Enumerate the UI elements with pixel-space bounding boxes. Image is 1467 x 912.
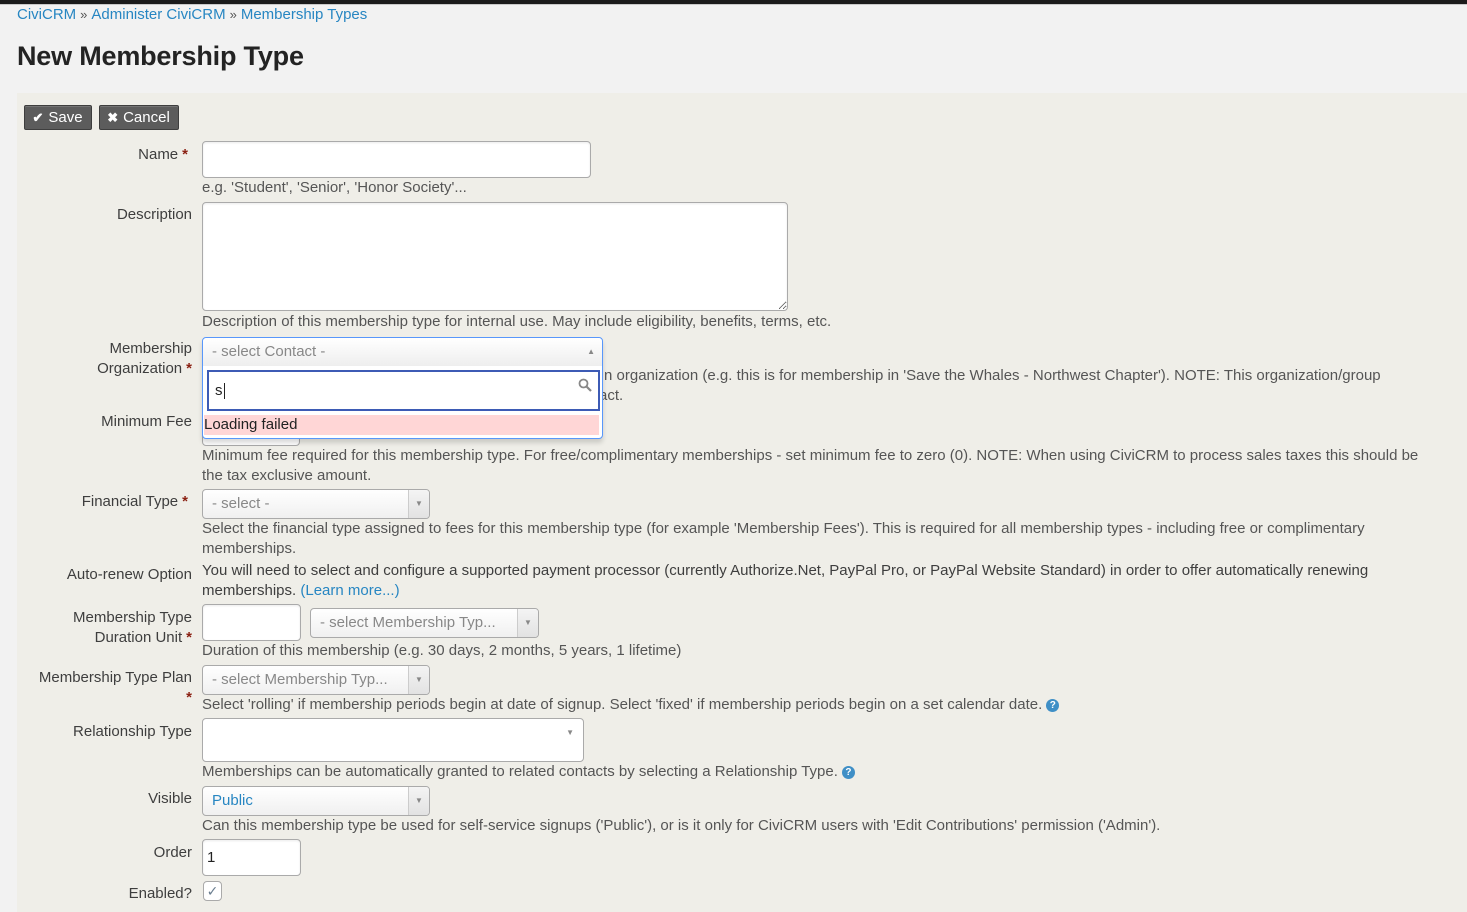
chevron-down-icon: ▼	[566, 728, 574, 737]
check-icon: ✔	[32, 110, 44, 125]
save-button[interactable]: ✔ Save	[24, 105, 92, 130]
auto-renew-help: You will need to select and configure a …	[202, 562, 1369, 599]
description-help: Description of this membership type for …	[202, 313, 832, 330]
breadcrumb-civicrm[interactable]: CiviCRM	[17, 6, 76, 23]
duration-help: Duration of this membership (e.g. 30 day…	[202, 642, 682, 659]
breadcrumb-administer[interactable]: Administer CiviCRM	[91, 6, 225, 23]
help-icon[interactable]: ?	[841, 766, 855, 779]
breadcrumb-separator: »	[80, 7, 88, 22]
page-title: New Membership Type	[17, 41, 304, 71]
membership-org-select-open[interactable]: - select Contact - ▲ s Loading failed	[202, 337, 603, 439]
description-label: Description	[116, 206, 192, 223]
required-marker: *	[182, 493, 188, 510]
top-bar	[0, 0, 1467, 5]
loading-failed-message: Loading failed	[204, 415, 599, 435]
required-marker: *	[186, 629, 192, 646]
visible-select[interactable]: Public ▼	[202, 786, 430, 816]
search-icon	[578, 372, 592, 402]
required-marker: *	[182, 146, 188, 163]
plan-label: Membership Type Plan *	[38, 669, 192, 706]
minimum-fee-label: Minimum Fee	[101, 413, 192, 430]
chevron-down-icon: ▼	[408, 666, 429, 694]
minimum-fee-help: Minimum fee required for this membership…	[202, 447, 1419, 484]
order-input[interactable]	[202, 839, 301, 876]
visible-label: Visible	[148, 790, 192, 807]
relationship-type-label: Relationship Type	[73, 723, 192, 740]
visible-help: Can this membership type be used for sel…	[202, 817, 1161, 834]
required-marker: *	[186, 689, 192, 706]
text-cursor	[223, 383, 225, 400]
duration-label: Membership Type Duration Unit *	[73, 609, 192, 646]
membership-org-help: n organization (e.g. this is for members…	[599, 367, 1381, 404]
breadcrumb-membership-types[interactable]: Membership Types	[241, 6, 367, 23]
financial-type-label: Financial Type *	[81, 493, 188, 510]
cancel-label: Cancel	[123, 109, 170, 126]
auto-renew-label: Auto-renew Option	[66, 566, 192, 583]
enabled-label: Enabled?	[128, 885, 192, 902]
relationship-type-select[interactable]: ▼	[202, 718, 584, 762]
plan-select[interactable]: - select Membership Typ... ▼	[202, 665, 430, 695]
description-textarea[interactable]	[202, 202, 788, 311]
chevron-down-icon: ▼	[408, 787, 429, 815]
required-marker: *	[186, 360, 192, 377]
help-icon[interactable]: ?	[1046, 699, 1060, 712]
chevron-down-icon: ▼	[408, 490, 429, 518]
plan-help: Select 'rolling' if membership periods b…	[202, 695, 1060, 715]
chevron-down-icon: ▼	[517, 609, 538, 637]
breadcrumb-separator: »	[229, 7, 237, 22]
enabled-checkbox[interactable]: ✓	[203, 881, 222, 901]
chevron-up-icon: ▲	[587, 347, 595, 356]
duration-interval-input[interactable]	[202, 604, 301, 641]
financial-type-select[interactable]: - select - ▼	[202, 489, 430, 519]
cancel-button[interactable]: ✖ Cancel	[99, 105, 179, 130]
membership-org-label: Membership Organization *	[97, 340, 192, 377]
name-label: Name *	[138, 146, 188, 163]
learn-more-link[interactable]: (Learn more...)	[300, 582, 399, 599]
order-label: Order	[153, 844, 192, 861]
contact-search-input[interactable]: s	[207, 370, 600, 411]
duration-unit-select[interactable]: - select Membership Typ... ▼	[310, 608, 539, 638]
save-label: Save	[48, 109, 83, 126]
breadcrumb: CiviCRM» Administer CiviCRM» Membership Ty…	[17, 6, 367, 23]
name-help: e.g. 'Student', 'Senior', 'Honor Society…	[202, 179, 467, 196]
relationship-type-help: Memberships can be automatically granted…	[202, 762, 855, 782]
membership-org-select[interactable]: - select Contact - ▲	[203, 338, 602, 366]
financial-type-help: Select the financial type assigned to fe…	[202, 520, 1365, 557]
close-icon: ✖	[107, 110, 119, 125]
name-input[interactable]	[202, 141, 591, 178]
